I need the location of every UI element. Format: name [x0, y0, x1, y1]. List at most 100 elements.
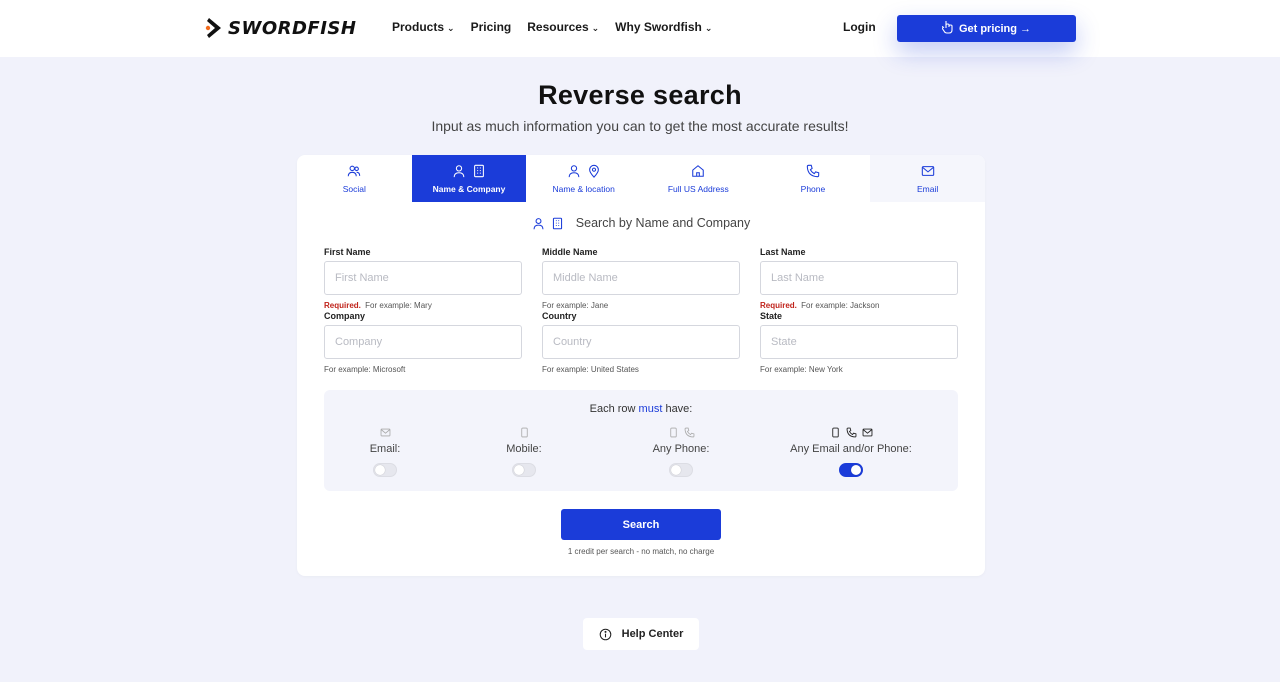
first-name-input[interactable] [324, 261, 522, 295]
middle-name-field-group: Middle Name For example: Jane [542, 247, 740, 310]
first-name-hint: Required. For example: Mary [324, 301, 522, 310]
required-label: Required. [324, 301, 361, 310]
pointer-hand-icon [941, 20, 954, 37]
tab-name-company[interactable]: Name & Company [411, 155, 527, 202]
mail-icon [921, 165, 934, 176]
building-icon [474, 164, 484, 177]
search-heading: Search by Name and Company [297, 216, 985, 230]
search-type-tabs: Social Name & Company Name & location Fu… [297, 155, 985, 202]
company-hint: For example: Microsoft [324, 365, 406, 374]
help-center-label: Help Center [621, 628, 684, 640]
location-pin-icon [588, 164, 599, 178]
tab-social[interactable]: Social [297, 155, 412, 202]
nav-why-swordfish-label: Why Swordfish [615, 20, 702, 34]
must-have-title: Each row must have: [324, 403, 958, 415]
mobile-icon [831, 427, 839, 437]
country-field-group: Country For example: United States [542, 311, 740, 374]
must-have-email-label: Email: [369, 443, 401, 455]
tab-full-us-address-label: Full US Address [667, 183, 729, 194]
must-have-any-phone: Any Phone: [611, 426, 751, 477]
last-name-example: For example: Jackson [801, 301, 880, 310]
company-label: Company [324, 311, 366, 321]
tab-phone-label: Phone [800, 183, 826, 194]
building-icon [552, 217, 562, 229]
country-hint: For example: United States [542, 365, 639, 374]
first-name-example: For example: Mary [365, 301, 432, 310]
mail-icon [380, 428, 390, 436]
must-emphasis: must [638, 403, 663, 415]
last-name-input[interactable] [760, 261, 958, 295]
search-heading-text: Search by Name and Company [575, 216, 751, 230]
tab-social-label: Social [342, 183, 366, 194]
nav-why-swordfish[interactable]: Why Swordfish ⌄ [615, 20, 712, 34]
must-have-suffix: have: [662, 403, 693, 415]
chevron-down-icon: ⌄ [591, 23, 600, 33]
tab-full-us-address[interactable]: Full US Address [641, 155, 756, 202]
nav-resources[interactable]: Resources ⌄ [527, 20, 599, 34]
nav-resources-label: Resources [527, 20, 589, 34]
phone-icon [846, 427, 856, 437]
middle-name-label: Middle Name [542, 247, 598, 257]
chevron-down-icon: ⌄ [704, 23, 713, 33]
country-label: Country [542, 311, 577, 321]
tab-name-location[interactable]: Name & location [526, 155, 641, 202]
must-have-mobile-label: Mobile: [506, 443, 542, 455]
login-link[interactable]: Login [843, 20, 876, 34]
any-email-phone-required-toggle[interactable] [839, 463, 863, 477]
tab-email-label: Email [916, 183, 939, 194]
user-icon [533, 217, 544, 229]
company-input[interactable] [324, 325, 522, 359]
must-have-email: Email: [315, 426, 455, 477]
user-icon [453, 164, 465, 177]
page-title: Reverse search [538, 80, 742, 110]
must-have-mobile: Mobile: [454, 426, 594, 477]
must-have-filter-panel: Each row must have: Email: Mobile: Any P… [324, 390, 958, 491]
swordfish-logo[interactable]: SWORDFISH [205, 16, 356, 40]
country-input[interactable] [542, 325, 740, 359]
middle-name-input[interactable] [542, 261, 740, 295]
state-label: State [760, 311, 783, 321]
first-name-field-group: First Name Required. For example: Mary [324, 247, 522, 310]
mail-icon [862, 428, 872, 436]
must-have-prefix: Each row [589, 403, 639, 415]
nav-pricing[interactable]: Pricing [471, 20, 512, 34]
info-icon [599, 628, 611, 640]
logo-arrow-icon [205, 16, 225, 40]
tab-email[interactable]: Email [870, 155, 985, 202]
get-pricing-label: Get pricing → [958, 22, 1032, 35]
brand-name: SWORDFISH [228, 17, 357, 39]
help-center-button[interactable]: Help Center [583, 618, 699, 650]
mobile-icon [669, 427, 677, 437]
last-name-label: Last Name [760, 247, 806, 257]
middle-name-hint: For example: Jane [542, 301, 609, 310]
email-required-toggle[interactable] [373, 463, 397, 477]
tab-name-company-label: Name & Company [432, 183, 506, 194]
last-name-field-group: Last Name Required. For example: Jackson [760, 247, 958, 310]
any-phone-required-toggle[interactable] [669, 463, 693, 477]
must-have-any-phone-label: Any Phone: [652, 443, 710, 455]
credit-note: 1 credit per search - no match, no charg… [567, 547, 715, 556]
tab-name-location-label: Name & location [552, 183, 615, 194]
phone-icon [806, 164, 820, 177]
get-pricing-button[interactable]: Get pricing → [897, 15, 1076, 42]
search-button[interactable]: Search [561, 509, 721, 540]
state-hint: For example: New York [760, 365, 843, 374]
home-icon [692, 164, 705, 177]
page-subtitle: Input as much information you can to get… [431, 118, 849, 134]
nav-pricing-label: Pricing [470, 20, 512, 34]
required-label: Required. [760, 301, 797, 310]
main-nav: Products ⌄ Pricing Resources ⌄ Why Sword… [392, 20, 728, 34]
mobile-required-toggle[interactable] [512, 463, 536, 477]
state-input[interactable] [760, 325, 958, 359]
last-name-hint: Required. For example: Jackson [760, 301, 958, 310]
mobile-icon [520, 427, 528, 437]
top-navigation-bar: SWORDFISH Products ⌄ Pricing Resources ⌄… [0, 0, 1280, 57]
tab-phone[interactable]: Phone [756, 155, 871, 202]
must-have-any-email-phone-label: Any Email and/or Phone: [790, 443, 912, 455]
state-field-group: State For example: New York [760, 311, 958, 374]
user-icon [568, 164, 579, 177]
users-icon [348, 165, 361, 176]
nav-products[interactable]: Products ⌄ [392, 20, 455, 34]
nav-products-label: Products [392, 20, 445, 34]
chevron-down-icon: ⌄ [447, 23, 455, 33]
